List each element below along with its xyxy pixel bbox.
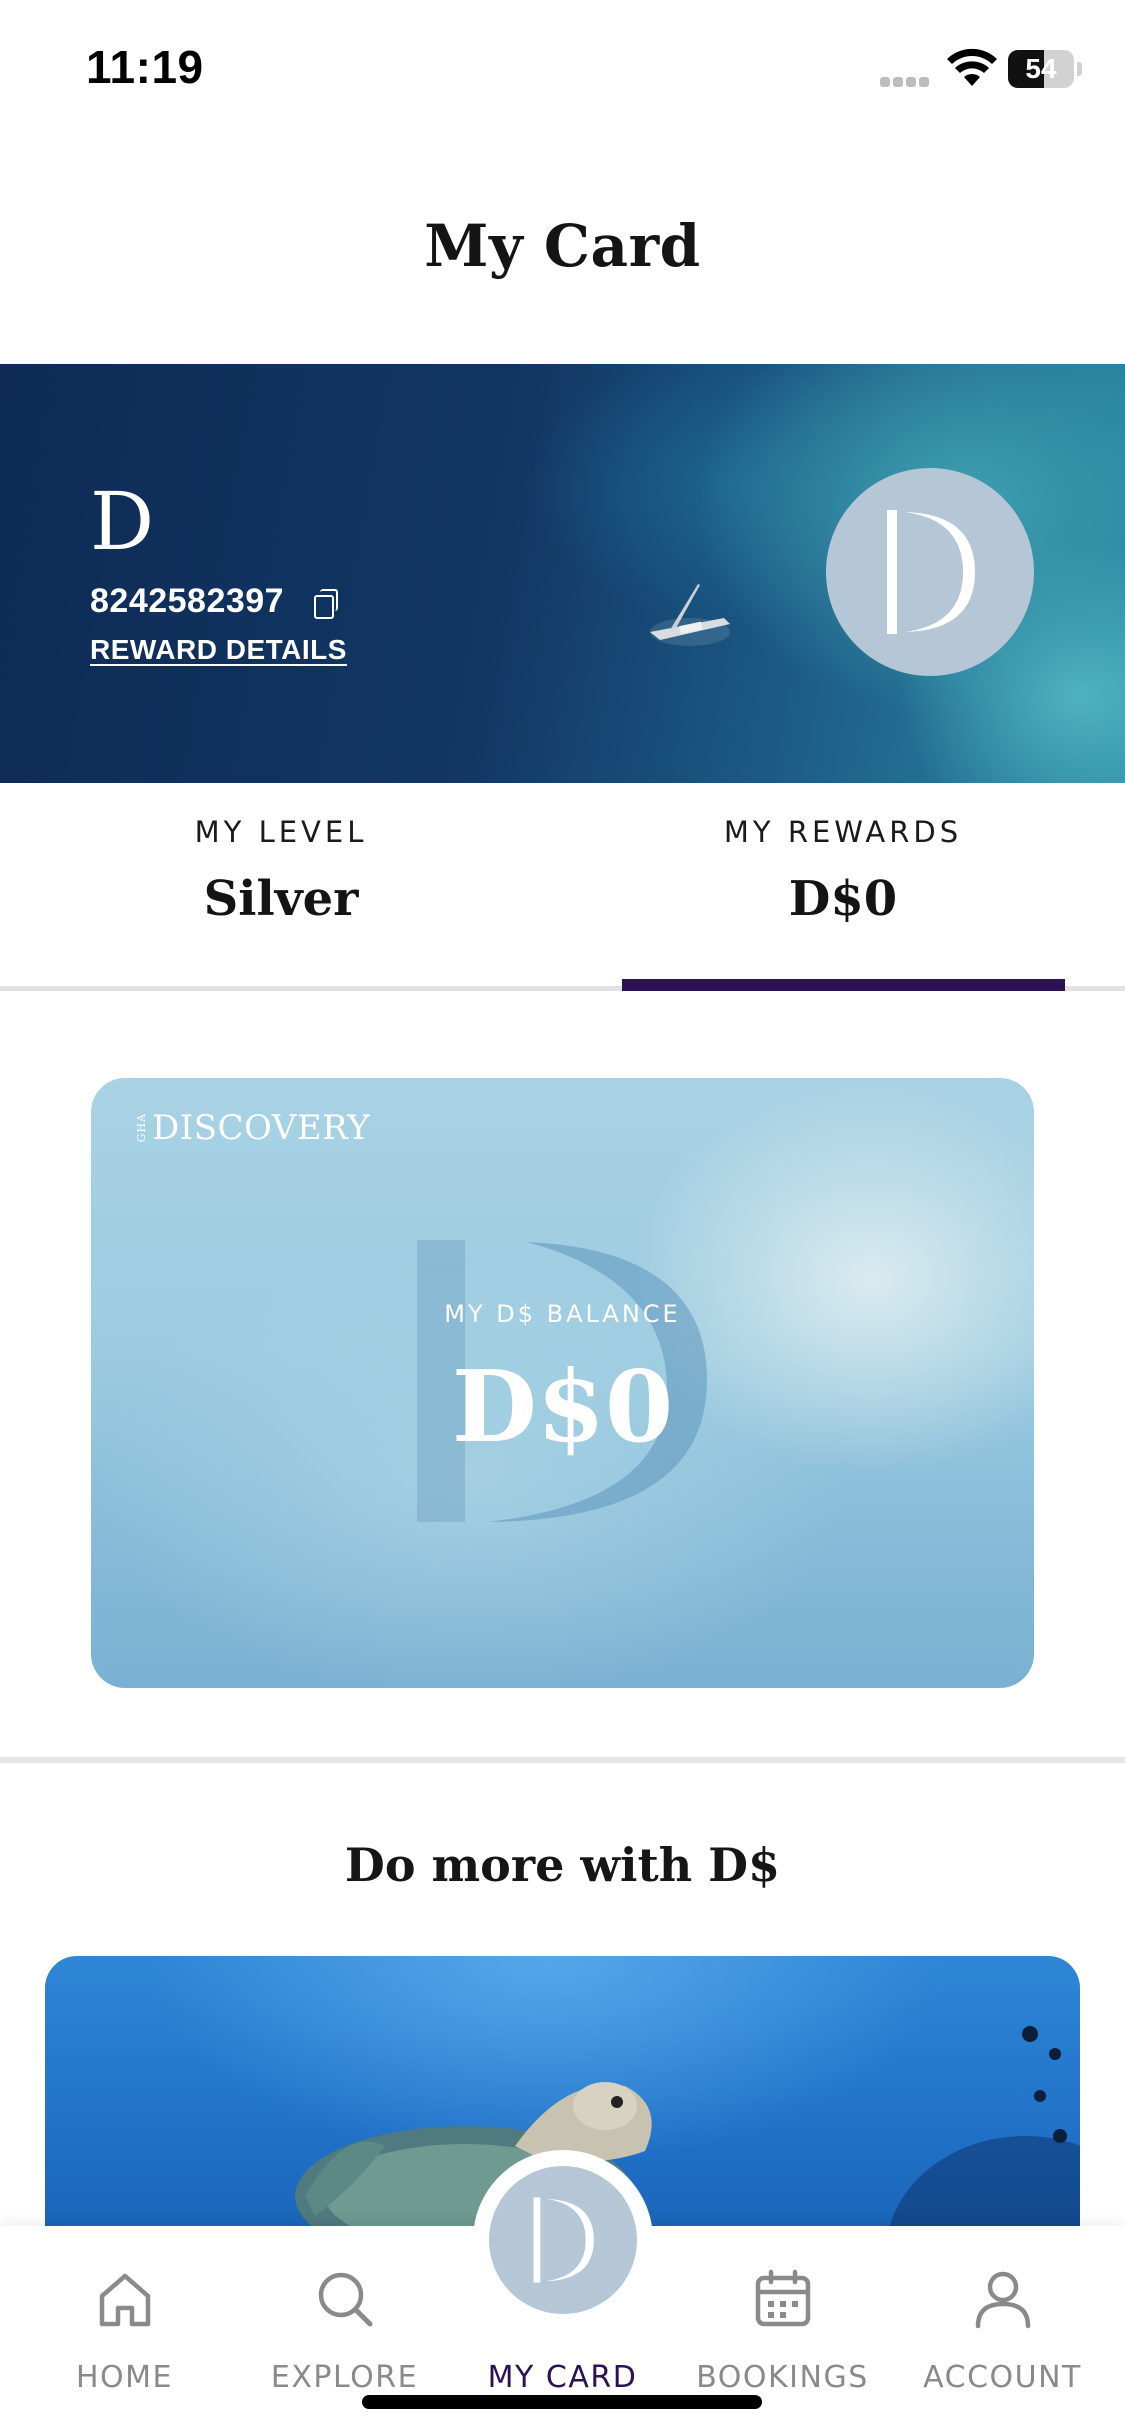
- balance-label: MY D$ BALANCE: [444, 1300, 681, 1328]
- rewards-label: MY REWARDS: [723, 815, 963, 849]
- card-brand-logo: GHA DISCOVERY: [135, 1108, 370, 1148]
- copy-icon[interactable]: [314, 588, 339, 619]
- tab-my-level[interactable]: MY LEVEL Silver: [0, 783, 562, 983]
- membership-banner: D 8242582397 REWARD DETAILS: [0, 364, 1125, 783]
- nav-label-my-card: MY CARD: [487, 2360, 638, 2395]
- d-logo-icon: [533, 2197, 594, 2283]
- stats-tabs: MY LEVEL Silver MY REWARDS D$0: [0, 783, 1125, 993]
- brand-logo: D: [90, 475, 155, 568]
- my-card-fab[interactable]: [473, 2150, 653, 2330]
- balance-card[interactable]: GHA DISCOVERY MY D$ BALANCE D$0: [91, 1078, 1034, 1688]
- member-number-row: 8242582397: [90, 582, 339, 621]
- page-title: My Card: [424, 212, 701, 280]
- card-brand-prefix: GHA: [135, 1113, 148, 1143]
- nav-label-bookings: BOOKINGS: [696, 2360, 869, 2395]
- section-divider: [0, 1757, 1125, 1763]
- home-icon: [99, 2273, 151, 2327]
- tab-my-rewards[interactable]: MY REWARDS D$0: [562, 783, 1124, 983]
- balance-value: D$0: [451, 1350, 674, 1465]
- member-number: 8242582397: [90, 582, 285, 620]
- wifi-icon: [947, 48, 997, 86]
- nav-label-explore: EXPLORE: [270, 2360, 419, 2395]
- calendar-icon: [755, 2269, 811, 2327]
- user-icon: [975, 2271, 1031, 2329]
- boat-image: [650, 584, 730, 646]
- signal-icon: [880, 74, 934, 87]
- home-indicator: [362, 2395, 762, 2409]
- status-time: 11:19: [86, 41, 204, 93]
- section-title: Do more with D$: [344, 1838, 781, 1892]
- nav-item-account[interactable]: ACCOUNT: [890, 2226, 1115, 2436]
- rewards-value: D$0: [788, 871, 898, 927]
- nav-item-home[interactable]: HOME: [12, 2226, 237, 2436]
- card-logo-badge: [826, 468, 1034, 676]
- status-bar: 11:19 54: [0, 0, 1125, 140]
- active-tab-indicator: [622, 979, 1065, 991]
- reward-details-link[interactable]: REWARD DETAILS: [90, 634, 347, 666]
- card-logo-icon: [489, 2166, 637, 2314]
- level-label: MY LEVEL: [194, 815, 368, 849]
- battery-level: 54: [1025, 53, 1057, 84]
- d-logo-icon: [887, 510, 975, 634]
- battery-icon: 54: [1008, 50, 1082, 88]
- nav-label-account: ACCOUNT: [923, 2360, 1082, 2395]
- nav-label-home: HOME: [75, 2360, 173, 2395]
- level-value: Silver: [203, 871, 359, 927]
- card-brand-name: DISCOVERY: [152, 1108, 371, 1148]
- search-icon: [318, 2272, 373, 2327]
